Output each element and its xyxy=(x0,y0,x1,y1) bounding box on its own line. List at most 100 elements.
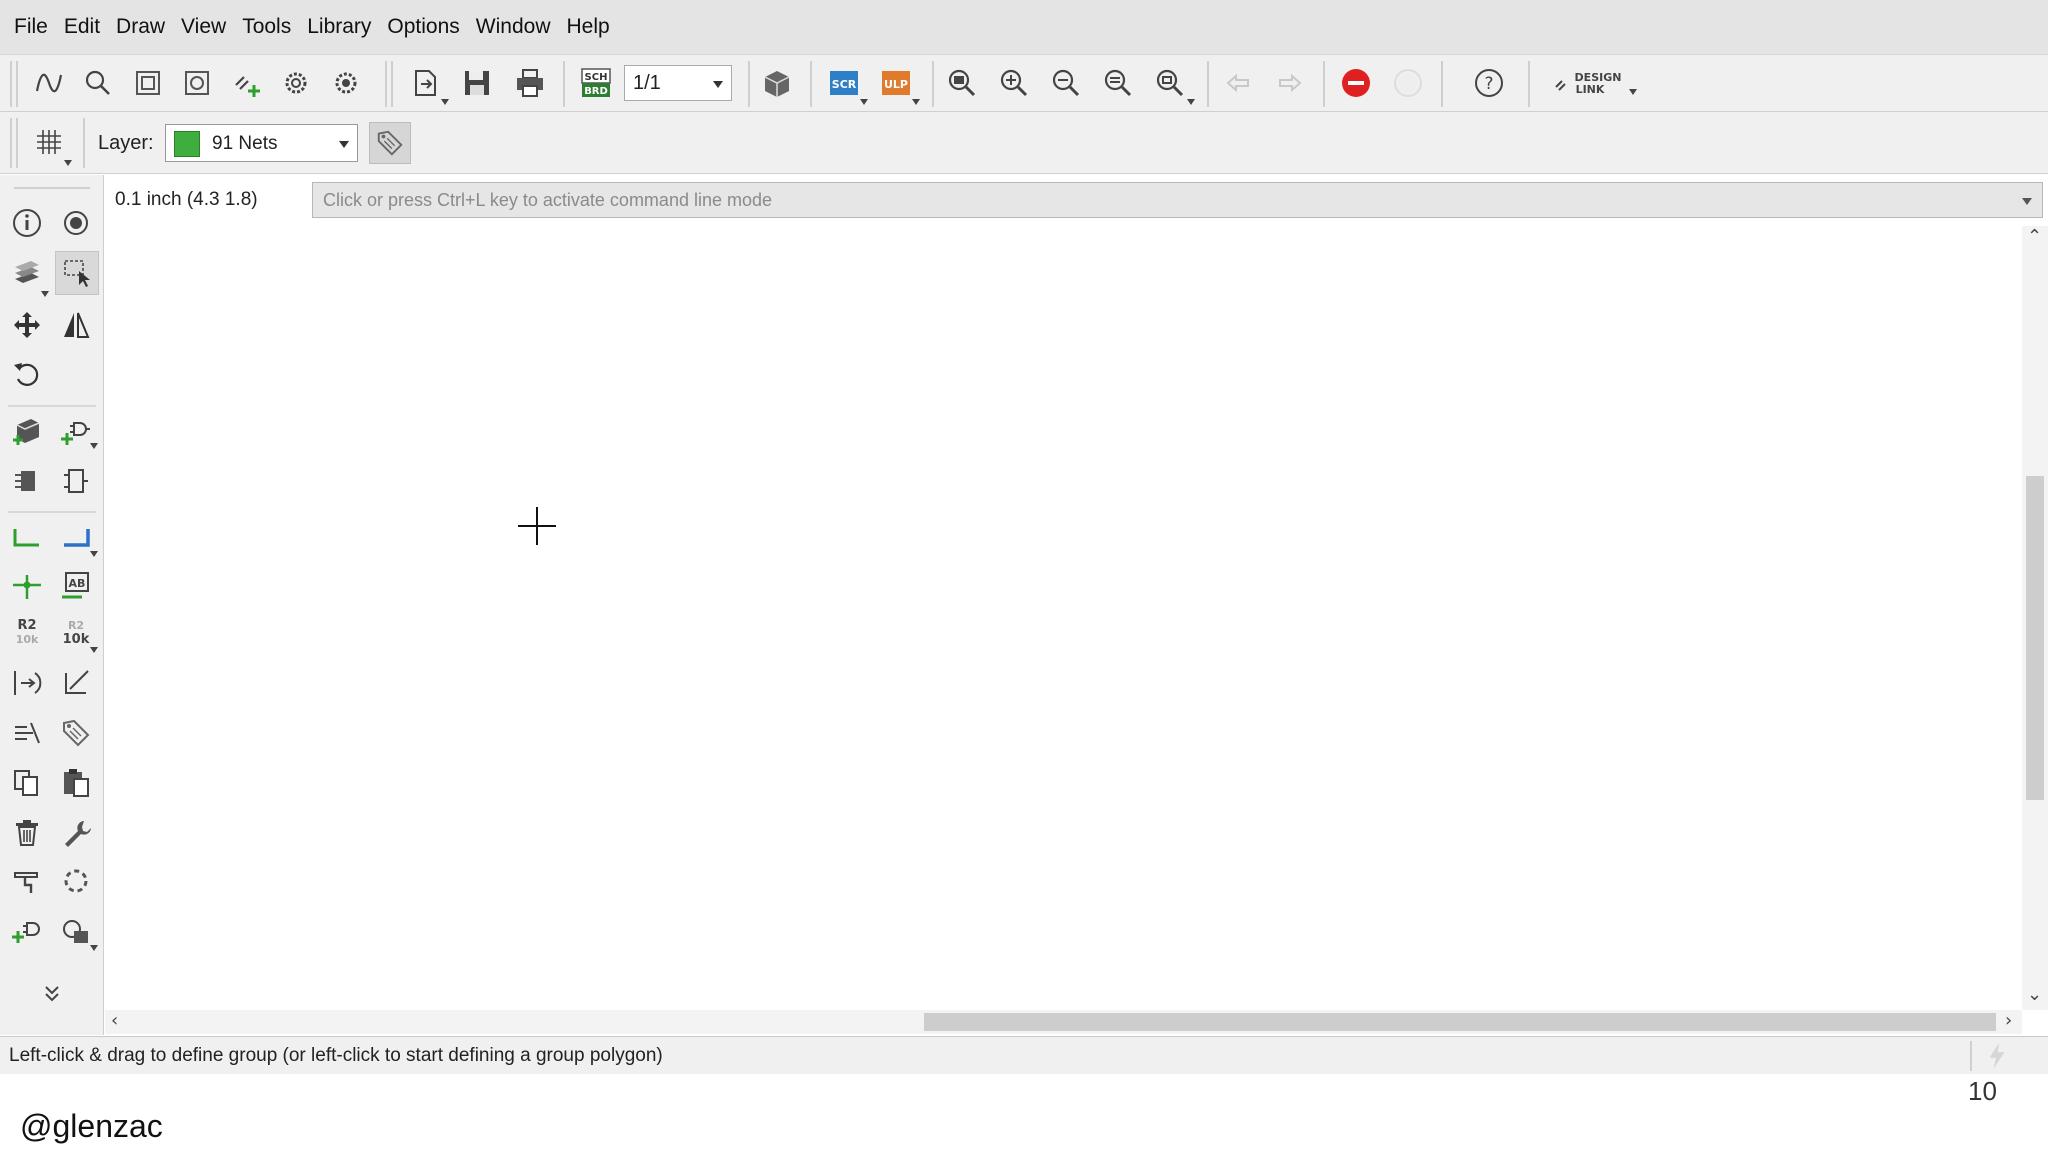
zoom-previous-icon[interactable] xyxy=(1098,63,1138,103)
paste-icon[interactable] xyxy=(54,761,98,805)
value-sub-label: 10k xyxy=(62,632,90,647)
zoom-dropdown-icon[interactable] xyxy=(1187,99,1195,105)
menu-file[interactable]: File xyxy=(6,15,56,39)
bus-dropdown-icon[interactable] xyxy=(90,551,98,557)
layer-toolbar: Layer: 91 Nets xyxy=(0,112,2048,174)
toolbar-grip xyxy=(16,61,18,107)
replace-icon[interactable] xyxy=(5,459,49,503)
value-label: R2 xyxy=(67,619,85,632)
junction-icon[interactable] xyxy=(5,563,49,607)
layer-select[interactable]: 91 Nets xyxy=(165,124,358,162)
net-icon[interactable] xyxy=(5,515,49,559)
scroll-right-icon[interactable]: › xyxy=(2005,1010,2012,1031)
horizontal-scroll-thumb[interactable] xyxy=(924,1013,1996,1031)
print-icon[interactable] xyxy=(510,63,550,103)
change-dropdown-icon[interactable] xyxy=(90,945,98,951)
expand-panel-icon[interactable] xyxy=(30,971,74,1015)
delete-icon[interactable] xyxy=(5,811,49,855)
add-dropdown-icon[interactable] xyxy=(90,443,98,449)
value-dropdown-icon[interactable] xyxy=(90,647,98,653)
ulp-dropdown-icon[interactable] xyxy=(912,99,920,105)
sheet-value: 1/1 xyxy=(633,72,661,94)
mirror-icon[interactable] xyxy=(54,303,98,347)
zoom-out-icon[interactable] xyxy=(1046,63,1086,103)
export-dropdown-icon[interactable] xyxy=(441,99,449,105)
toolbar-separator xyxy=(391,61,393,107)
add-symbol-icon[interactable] xyxy=(5,909,49,953)
menu-edit[interactable]: Edit xyxy=(56,15,108,39)
export-icon[interactable] xyxy=(405,63,445,103)
ripup-icon[interactable] xyxy=(54,859,98,903)
scroll-left-icon[interactable]: ‹ xyxy=(111,1010,118,1031)
wrench-icon[interactable] xyxy=(54,811,98,855)
scroll-up-icon[interactable]: ⌃ xyxy=(2027,226,2042,247)
arrange-icon[interactable] xyxy=(5,711,49,755)
search-icon[interactable] xyxy=(78,63,118,103)
chevron-down-icon[interactable] xyxy=(2022,198,2032,205)
script-icon[interactable]: SCR xyxy=(824,63,864,103)
zoom-in-icon[interactable] xyxy=(994,63,1034,103)
port-icon[interactable] xyxy=(5,661,49,705)
name-sub-label: 10k xyxy=(15,633,39,646)
slice-icon[interactable] xyxy=(5,859,49,903)
undo-icon[interactable] xyxy=(1218,63,1258,103)
show-icon[interactable] xyxy=(54,201,98,245)
display-layers-icon[interactable] xyxy=(5,251,49,295)
info-icon[interactable] xyxy=(5,201,49,245)
schematic-canvas[interactable] xyxy=(105,226,2021,1010)
gear-icon[interactable] xyxy=(276,63,316,103)
help-icon[interactable]: ? xyxy=(1469,63,1509,103)
toolbar-separator xyxy=(932,61,934,107)
drc-icon[interactable] xyxy=(177,63,217,103)
rotate-icon[interactable] xyxy=(5,353,49,397)
wire-tool-icon[interactable] xyxy=(29,63,69,103)
toolbar-separator xyxy=(810,61,812,107)
3d-view-icon[interactable] xyxy=(757,63,797,103)
save-icon[interactable] xyxy=(457,63,497,103)
scroll-down-icon[interactable]: ⌄ xyxy=(2027,984,2042,1005)
settings-icon[interactable] xyxy=(326,63,366,103)
command-line-input[interactable]: Click or press Ctrl+L key to activate co… xyxy=(312,182,2043,218)
move-icon[interactable] xyxy=(5,303,49,347)
copy-icon[interactable] xyxy=(5,761,49,805)
gateswap-icon[interactable] xyxy=(54,459,98,503)
vertical-scroll-thumb[interactable] xyxy=(2026,476,2044,800)
group-icon[interactable] xyxy=(55,251,99,295)
grid-dropdown-icon[interactable] xyxy=(64,160,72,166)
menu-window[interactable]: Window xyxy=(468,15,559,39)
stop-icon[interactable] xyxy=(1336,63,1376,103)
grid-icon[interactable] xyxy=(29,122,69,162)
add-link-icon[interactable] xyxy=(226,63,266,103)
attribute-tag-icon[interactable] xyxy=(54,711,98,755)
script-dropdown-icon[interactable] xyxy=(860,99,868,105)
design-link-dropdown-icon[interactable] xyxy=(1629,89,1637,95)
line-icon[interactable] xyxy=(54,661,98,705)
toolbar-separator xyxy=(1528,61,1530,107)
sheet-select[interactable]: 1/1 xyxy=(624,65,732,101)
go-icon[interactable] xyxy=(1388,63,1428,103)
label-icon[interactable]: AB xyxy=(54,563,98,607)
status-bar: Left-click & drag to define group (or le… xyxy=(0,1036,2048,1074)
ulp-icon[interactable]: ULP xyxy=(876,63,916,103)
menu-library[interactable]: Library xyxy=(299,15,379,39)
erc-icon[interactable] xyxy=(128,63,168,103)
zoom-select-icon[interactable] xyxy=(1150,63,1190,103)
toolbar-separator xyxy=(748,61,750,107)
redo-icon[interactable] xyxy=(1270,63,1310,103)
menu-draw[interactable]: Draw xyxy=(108,15,173,39)
layer-value: 91 Nets xyxy=(212,133,278,154)
lightning-icon xyxy=(1989,1042,2005,1070)
design-link-button[interactable]: DESIGN LINK xyxy=(1552,63,1632,103)
menu-view[interactable]: View xyxy=(173,15,234,39)
zoom-fit-icon[interactable] xyxy=(942,63,982,103)
menu-bar: File Edit Draw View Tools Library Option… xyxy=(0,0,2048,54)
menu-tools[interactable]: Tools xyxy=(234,15,299,39)
layers-dropdown-icon[interactable] xyxy=(41,291,49,297)
add-part-icon[interactable] xyxy=(5,409,49,453)
toolbar-grip xyxy=(16,118,18,168)
menu-help[interactable]: Help xyxy=(559,15,618,39)
menu-options[interactable]: Options xyxy=(379,15,467,39)
tag-button[interactable] xyxy=(369,122,411,164)
sch-brd-switch-icon[interactable]: SCH BRD xyxy=(576,63,616,103)
name-button[interactable]: R2 10k xyxy=(5,611,49,655)
